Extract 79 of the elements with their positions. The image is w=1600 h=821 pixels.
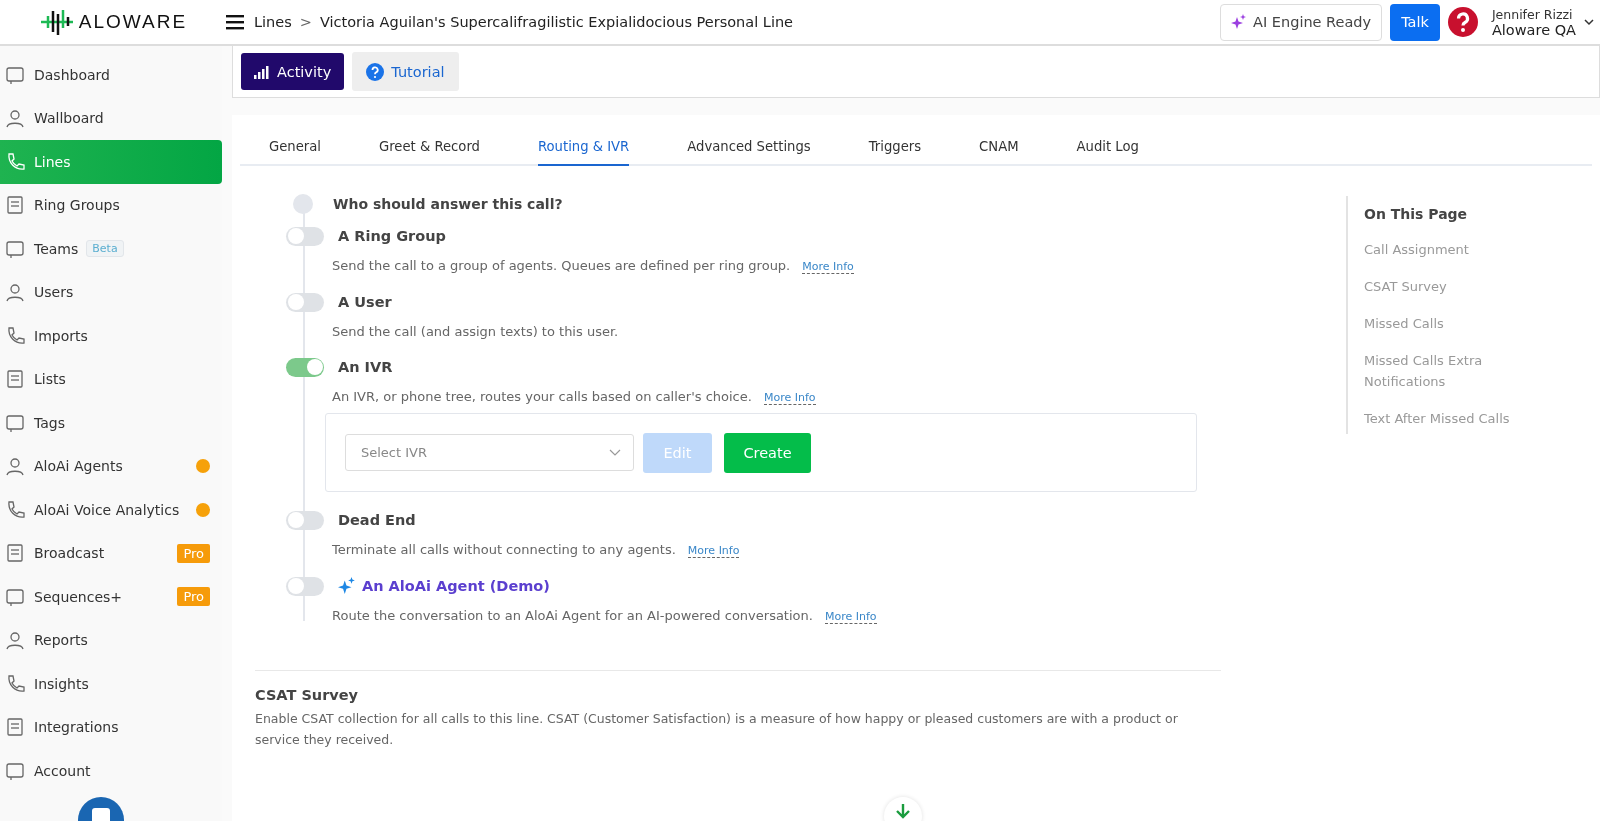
chevron-down-icon[interactable]: [1584, 18, 1594, 26]
pro-badge: Pro: [177, 587, 210, 607]
logo-icon: [38, 8, 75, 36]
chevron-down-icon: [609, 448, 621, 457]
user-name: Jennifer Rizzi: [1491, 6, 1574, 22]
tab[interactable]: Audit Log: [1076, 139, 1139, 166]
sidebar-item[interactable]: Wallboard: [0, 96, 222, 140]
outline-icon: [4, 194, 26, 217]
pro-badge: Pro: [177, 543, 210, 563]
more-info-link[interactable]: More Info: [763, 391, 816, 405]
account-name: Aloware QA: [1491, 21, 1576, 38]
sidebar-item[interactable]: Sequences+ Pro: [0, 575, 222, 619]
talk-button[interactable]: Talk: [1390, 3, 1440, 41]
tab[interactable]: Greet & Record: [379, 139, 480, 166]
activity-button[interactable]: Activity: [241, 53, 345, 90]
toggle-switch[interactable]: [286, 226, 324, 246]
option-description: Send the call (and assign texts) to this user.: [332, 324, 619, 339]
more-info-link[interactable]: More Info: [687, 544, 740, 558]
sparkle-icon: [1231, 14, 1247, 30]
help-icon[interactable]: [1447, 7, 1478, 37]
option-title: An IVR: [338, 359, 393, 375]
outline-icon: [4, 455, 26, 478]
toc-title: On This Page: [1364, 206, 1469, 222]
sidebar-item[interactable]: Integrations: [0, 705, 222, 749]
sidebar-item[interactable]: Ring Groups: [0, 183, 222, 227]
ai-engine-status-button[interactable]: AI Engine Ready: [1220, 3, 1383, 41]
outline-icon: [4, 368, 26, 391]
step-dot: [293, 194, 313, 214]
help-icon: [366, 62, 385, 81]
outline-icon: [4, 281, 26, 304]
sidebar-item[interactable]: Dashboard: [0, 53, 222, 97]
breadcrumb-item: Victoria Aguilan's Supercalifragilistic Expialidocious Personal Line: [319, 14, 794, 30]
breadcrumb-item[interactable]: Lines: [254, 14, 292, 30]
outline-icon: [4, 542, 26, 565]
option-description: Send the call to a group of agents. Queues are defined per ring group.: [332, 258, 791, 273]
toggle-switch[interactable]: [286, 576, 324, 596]
toggle-switch[interactable]: [286, 510, 324, 530]
sidebar-item[interactable]: AloAi Voice Analytics: [0, 488, 222, 532]
sidebar-item[interactable]: Reports: [0, 618, 222, 662]
sidebar-item[interactable]: Imports: [0, 314, 222, 358]
sidebar-item[interactable]: Lists: [0, 357, 222, 401]
breadcrumb-separator: >: [299, 14, 312, 30]
beta-badge: Beta: [86, 240, 124, 258]
section-description: Enable CSAT collection for all calls to this line. CSAT (Customer Satisfaction) is a measure of how happy or pleased customers are with a product or service they received.: [255, 710, 1179, 749]
section-question: Who should answer this call?: [333, 196, 563, 212]
more-info-link[interactable]: More Info: [802, 260, 854, 274]
sidebar-item[interactable]: Teams Beta: [0, 227, 222, 271]
sparkle-icon: [338, 577, 356, 595]
sidebar-item[interactable]: Tags: [0, 401, 222, 445]
tab[interactable]: General: [269, 139, 321, 166]
arrow-down-icon: [895, 803, 911, 819]
outline-icon: [4, 107, 26, 130]
option-description: Route the conversation to an AloAi Agent for an AI-powered conversation.: [332, 608, 813, 623]
sidebar-item[interactable]: Users: [0, 270, 222, 314]
tab[interactable]: Triggers: [868, 139, 922, 166]
option-description: Terminate all calls without connecting to any agents.: [332, 542, 676, 557]
option-description: An IVR, or phone tree, routes your calls based on caller's choice.: [332, 389, 752, 404]
sidebar-item[interactable]: Account: [0, 749, 222, 793]
toggle-switch[interactable]: [286, 292, 324, 312]
option-title: An AloAi Agent (Demo): [362, 578, 550, 594]
ivr-select[interactable]: Select IVR: [345, 434, 634, 471]
tab[interactable]: CNAM: [979, 139, 1019, 166]
brand-name: ALOWARE: [78, 11, 188, 33]
option-title: Dead End: [338, 512, 416, 528]
more-info-link[interactable]: More Info: [824, 610, 877, 624]
sidebar-item[interactable]: AloAi Agents: [0, 444, 222, 488]
tutorial-button[interactable]: Tutorial: [352, 52, 459, 91]
outline-icon: [4, 629, 26, 652]
menu-icon[interactable]: [226, 14, 244, 30]
option-title: A Ring Group: [338, 228, 446, 244]
sidebar-item[interactable]: Insights: [0, 662, 222, 706]
toggle-switch[interactable]: [286, 357, 324, 377]
tab[interactable]: Routing & IVR: [537, 139, 630, 166]
option-title: A User: [338, 294, 392, 310]
section-title: CSAT Survey: [255, 687, 360, 703]
signal-bars-icon: [254, 64, 272, 79]
outline-icon: [4, 716, 26, 739]
sidebar-item[interactable]: Broadcast Pro: [0, 531, 222, 575]
tab[interactable]: Advanced Settings: [687, 139, 811, 166]
